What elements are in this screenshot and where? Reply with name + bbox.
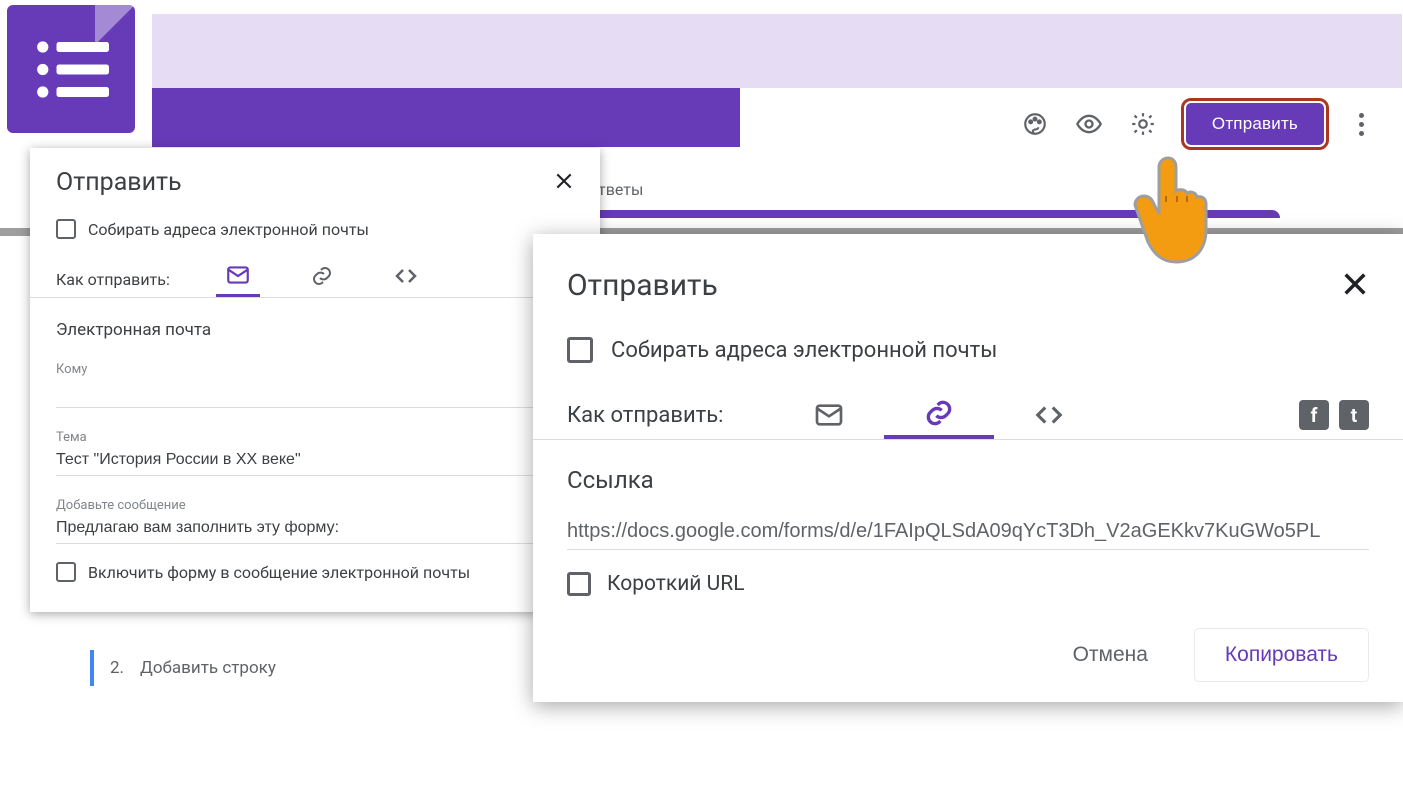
tab-email[interactable] bbox=[216, 261, 260, 297]
collect-emails-checkbox[interactable] bbox=[56, 219, 76, 239]
close-button[interactable] bbox=[554, 171, 574, 195]
close-button[interactable] bbox=[1341, 270, 1369, 302]
include-form-label: Включить форму в сообщение электронной п… bbox=[88, 563, 470, 582]
header-band-light bbox=[152, 14, 1402, 89]
settings-button[interactable] bbox=[1127, 108, 1159, 140]
embed-icon bbox=[394, 264, 418, 288]
more-vert-icon bbox=[1359, 113, 1364, 118]
toolbar: Отправить bbox=[740, 88, 1402, 160]
send-dialog-email: Отправить Собирать адреса электронной по… bbox=[30, 148, 600, 612]
eye-icon bbox=[1075, 110, 1103, 138]
header-band-purple bbox=[152, 88, 740, 147]
add-row-item[interactable]: 2. Добавить строку bbox=[90, 650, 276, 686]
tab-link[interactable] bbox=[884, 391, 994, 439]
tab-link[interactable] bbox=[300, 261, 344, 297]
dialog-title: Отправить bbox=[567, 268, 718, 303]
message-label: Добавьте сообщение bbox=[56, 498, 574, 513]
addline-text: Добавить строку bbox=[140, 658, 276, 678]
cancel-button[interactable]: Отмена bbox=[1055, 633, 1166, 677]
palette-icon bbox=[1022, 111, 1048, 137]
forms-list-icon bbox=[34, 37, 109, 102]
forms-logo bbox=[7, 5, 135, 133]
send-button-highlight: Отправить bbox=[1181, 98, 1329, 150]
dialog-title: Отправить bbox=[56, 168, 182, 197]
facebook-icon: f bbox=[1311, 404, 1318, 427]
more-menu-button[interactable] bbox=[1351, 105, 1372, 144]
subject-input[interactable] bbox=[56, 445, 574, 476]
link-section-title: Ссылка bbox=[567, 466, 1369, 494]
to-input[interactable] bbox=[56, 377, 574, 408]
link-icon bbox=[923, 397, 955, 429]
active-indicator bbox=[90, 650, 94, 686]
link-icon bbox=[310, 264, 334, 288]
form-canvas-top bbox=[590, 210, 1280, 228]
sendvia-label: Как отправить: bbox=[56, 270, 170, 289]
message-input[interactable] bbox=[56, 513, 574, 544]
collect-emails-checkbox[interactable] bbox=[567, 337, 593, 363]
theme-button[interactable] bbox=[1019, 108, 1051, 140]
send-dialog-link: Отправить Собирать адреса электронной по… bbox=[533, 234, 1403, 702]
share-facebook[interactable]: f bbox=[1299, 400, 1329, 430]
collect-emails-label: Собирать адреса электронной почты bbox=[88, 220, 369, 239]
send-button[interactable]: Отправить bbox=[1186, 103, 1324, 145]
short-url-checkbox[interactable] bbox=[567, 572, 591, 596]
tab-embed[interactable] bbox=[384, 261, 428, 297]
twitter-icon: t bbox=[1351, 404, 1357, 427]
email-section-title: Электронная почта bbox=[30, 298, 600, 348]
include-form-checkbox[interactable] bbox=[56, 562, 76, 582]
sendvia-label: Как отправить: bbox=[567, 403, 724, 428]
tab-embed[interactable] bbox=[994, 391, 1104, 439]
link-input[interactable] bbox=[567, 514, 1369, 550]
subject-label: Тема bbox=[56, 430, 574, 445]
tab-email[interactable] bbox=[774, 391, 884, 439]
gear-icon bbox=[1130, 111, 1156, 137]
share-twitter[interactable]: t bbox=[1339, 400, 1369, 430]
copy-button[interactable]: Копировать bbox=[1194, 628, 1369, 682]
tab-responses-fragment: тветы bbox=[598, 180, 643, 199]
logo-fold bbox=[95, 5, 135, 45]
to-label: Кому bbox=[56, 362, 574, 377]
short-url-label: Короткий URL bbox=[607, 572, 745, 596]
preview-button[interactable] bbox=[1073, 108, 1105, 140]
close-icon bbox=[554, 171, 574, 191]
embed-icon bbox=[1034, 400, 1064, 430]
addline-number: 2. bbox=[110, 658, 124, 678]
collect-emails-label: Собирать адреса электронной почты bbox=[611, 338, 997, 363]
close-icon bbox=[1341, 270, 1369, 298]
email-icon bbox=[225, 262, 251, 288]
email-icon bbox=[813, 399, 845, 431]
